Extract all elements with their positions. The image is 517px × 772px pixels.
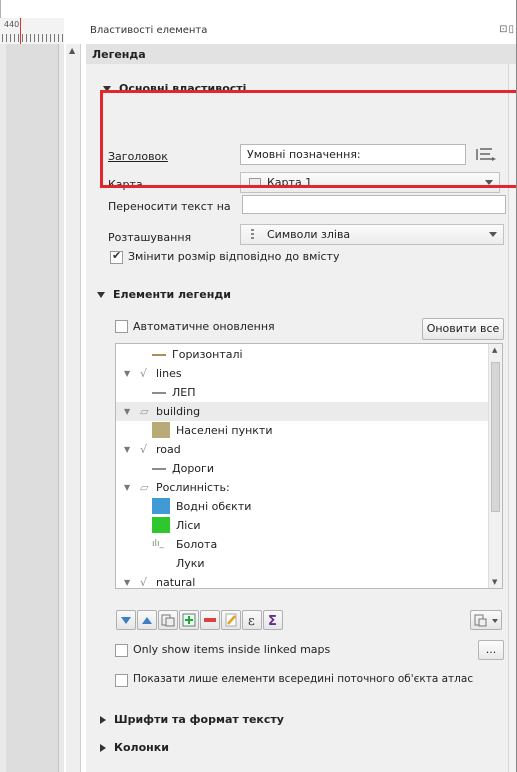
legend-header-title: Легенда (92, 48, 146, 61)
line-symbol-icon (152, 392, 166, 394)
line-symbol-icon (152, 354, 166, 356)
tree-item-label: Луки (176, 557, 205, 570)
layout-canvas-strip (0, 44, 64, 772)
auto-update-label: Автоматичне оновлення (133, 320, 275, 333)
update-all-button[interactable]: Оновити все (422, 318, 504, 340)
tree-item-label: road (156, 443, 181, 456)
resize-to-contents-label: Змінити розмір відповідно до вмісту (128, 250, 340, 263)
panel-float-close-icon[interactable]: ⊡▯ (499, 24, 515, 35)
tree-item[interactable]: ılı_ Болота (116, 535, 488, 554)
scroll-down-icon[interactable]: ▼ (492, 578, 497, 586)
polygon-layer-icon: ▱ (140, 405, 149, 418)
tree-item-label: Населені пункти (176, 424, 273, 437)
tree-item[interactable]: Населені пункти (116, 421, 488, 440)
expand-arrow-icon[interactable]: ▼ (124, 402, 130, 421)
expand-arrow-icon[interactable]: ▼ (124, 573, 130, 588)
expand-arrow-icon (100, 716, 106, 724)
svg-text:Σ: Σ (268, 614, 277, 629)
expression-epsilon-button[interactable]: ε (242, 610, 262, 630)
chevron-down-icon (489, 232, 497, 237)
tree-item-label: Дороги (172, 462, 214, 475)
tree-item-label: Рослинність: (156, 481, 230, 494)
arrangement-label: Розташування (108, 231, 192, 244)
item-properties-window: 440 ▲ Властивості елемента ⊡▯ Легенда Ос… (0, 0, 517, 772)
sum-count-button[interactable]: Σ (263, 610, 283, 630)
only-linked-maps-label: Only show items inside linked maps (133, 643, 331, 656)
move-up-button[interactable] (137, 610, 157, 630)
remove-item-button[interactable] (200, 610, 220, 630)
panel-scrollbar[interactable]: ▲ (66, 44, 81, 772)
expand-arrow-icon[interactable]: ▼ (124, 364, 130, 383)
tree-item-label: Горизонталі (172, 348, 243, 361)
panel-header: Властивості елемента ⊡▯ (86, 18, 517, 45)
tree-item[interactable]: Горизонталі (116, 345, 488, 364)
tree-scrollbar[interactable]: ▲ ▼ (488, 344, 502, 588)
resize-to-contents-checkbox[interactable] (110, 249, 123, 264)
tree-item[interactable]: Дороги (116, 459, 488, 478)
linked-maps-options-button[interactable]: ... (478, 640, 504, 660)
tree-item[interactable]: ▼ √ natural (116, 573, 488, 589)
columns-section-title: Колонки (114, 741, 169, 754)
highlight-box (100, 90, 517, 188)
tree-item-label: Ліси (176, 519, 201, 532)
marsh-symbol-icon: ılı_ (152, 539, 165, 549)
ruler-ticks (2, 34, 64, 42)
tree-item-label: Водні обєкти (176, 500, 252, 513)
ruler: 440 (0, 18, 64, 45)
tree-item[interactable]: ▼ ▱ Рослинність: (116, 478, 488, 497)
tree-item-label: natural (156, 576, 196, 589)
polygon-layer-icon: ▱ (140, 481, 149, 494)
add-group-button[interactable] (158, 610, 178, 630)
arrangement-select-value: Символи зліва (267, 228, 351, 241)
tree-item[interactable]: Ліси (116, 516, 488, 535)
move-down-button[interactable] (116, 610, 136, 630)
expand-arrow-icon[interactable]: ▼ (124, 440, 130, 459)
tree-item-label: Болота (176, 538, 218, 551)
scroll-up-icon[interactable]: ▲ (69, 46, 75, 55)
fill-symbol-icon (152, 422, 170, 438)
tree-item-label: lines (156, 367, 182, 380)
ruler-number: 440 (4, 20, 20, 29)
svg-text:ε: ε (248, 614, 255, 629)
tree-item[interactable]: Водні обєкти (116, 497, 488, 516)
wrap-text-label: Переносити текст на (108, 200, 231, 213)
scroll-up-icon[interactable]: ▲ (492, 346, 497, 354)
canvas-area (6, 44, 59, 772)
filter-menu-button[interactable] (470, 610, 502, 630)
fonts-section-title: Шрифти та формат тексту (114, 713, 284, 726)
tree-scrollbar-thumb[interactable] (491, 362, 500, 512)
tree-item[interactable]: ▼ ▱ building (116, 402, 488, 421)
symbols-left-icon (251, 229, 254, 241)
panel-title: Властивості елемента (90, 25, 208, 36)
wrap-text-input[interactable] (242, 195, 506, 214)
line-layer-icon: √ (140, 576, 148, 589)
tree-item[interactable]: ▼ √ lines (116, 364, 488, 383)
atlas-filter-checkbox[interactable] (115, 674, 128, 687)
fonts-section-header[interactable]: Шрифти та формат тексту (100, 713, 284, 726)
legend-items-tree[interactable]: ▼ √ natural Луки ılı_ Болота Ліси Водні обєкти ▼… (115, 343, 503, 589)
line-layer-icon: √ (140, 367, 148, 380)
line-layer-icon: √ (140, 443, 148, 456)
add-item-button[interactable] (179, 610, 199, 630)
only-linked-maps-checkbox[interactable] (115, 644, 128, 657)
legend-header: Легенда (86, 44, 517, 65)
tree-item[interactable]: Луки (116, 554, 488, 573)
atlas-filter-label: Показати лише елементи всередині поточно… (133, 673, 474, 685)
expand-arrow-icon[interactable]: ▼ (124, 478, 130, 497)
tree-item-label: ЛЕП (172, 386, 196, 399)
auto-update-checkbox[interactable] (115, 320, 128, 333)
fill-symbol-icon (152, 498, 170, 514)
line-symbol-icon (152, 468, 166, 470)
collapse-arrow-icon (97, 292, 105, 298)
tree-item[interactable]: ▼ √ road (116, 440, 488, 459)
fill-symbol-icon (152, 517, 170, 533)
arrangement-select[interactable]: Символи зліва (240, 224, 504, 245)
legend-items-header[interactable]: Елементи легенди (97, 288, 231, 301)
columns-section-header[interactable]: Колонки (100, 741, 169, 754)
tree-item[interactable]: ЛЕП (116, 383, 488, 402)
legend-items-title: Елементи легенди (113, 288, 231, 301)
tree-item-label: building (156, 405, 201, 418)
edit-item-button[interactable] (221, 610, 241, 630)
expand-arrow-icon (100, 744, 106, 752)
